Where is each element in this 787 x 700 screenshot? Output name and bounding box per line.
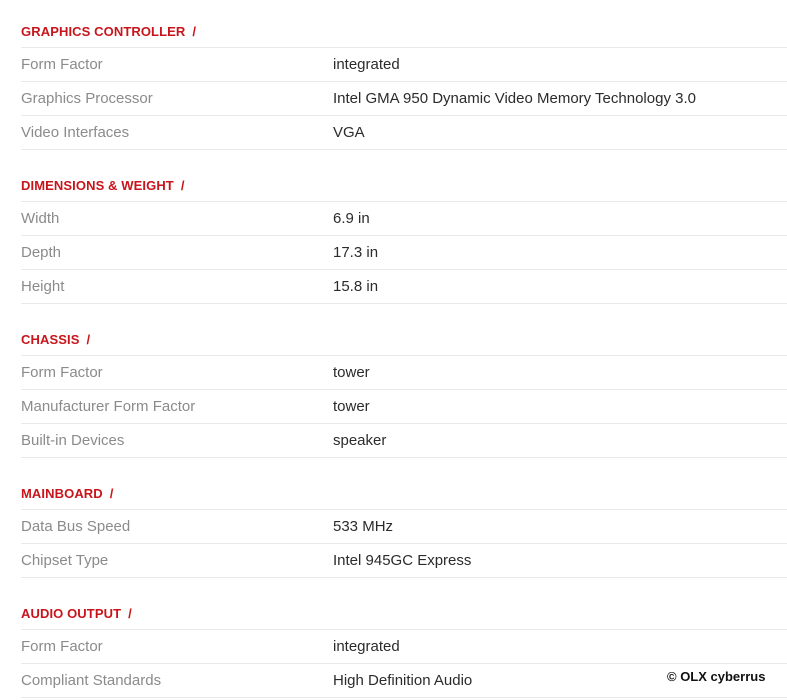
- spec-label: Graphics Processor: [21, 90, 153, 107]
- section-header: AUDIO OUTPUT /: [21, 578, 787, 630]
- spec-value: High Definition Audio: [333, 672, 473, 689]
- spec-label: Form Factor: [21, 638, 103, 655]
- section-header: CHASSIS /: [21, 304, 787, 356]
- section-title: DIMENSIONS & WEIGHT /: [21, 178, 185, 193]
- section-header: MAINBOARD /: [21, 458, 787, 510]
- section-chassis: CHASSIS / Form Factor tower Manufacturer …: [21, 304, 787, 458]
- spec-value: Intel GMA 950 Dynamic Video Memory Techn…: [333, 90, 696, 107]
- spec-row: Video Interfaces VGA: [21, 116, 787, 150]
- section-title: MAINBOARD /: [21, 486, 114, 501]
- spec-value: Intel 945GC Express: [333, 552, 472, 569]
- spec-table: GRAPHICS CONTROLLER / Form Factor integra…: [21, 0, 787, 698]
- section-dimensions-weight: DIMENSIONS & WEIGHT / Width 6.9 in Depth …: [21, 150, 787, 304]
- spec-label: Depth: [21, 244, 62, 261]
- spec-row: Height 15.8 in: [21, 270, 787, 304]
- spec-label: Form Factor: [21, 364, 103, 381]
- spec-row: Chipset Type Intel 945GC Express: [21, 544, 787, 578]
- spec-row: Depth 17.3 in: [21, 236, 787, 270]
- spec-label: Video Interfaces: [21, 124, 130, 141]
- spec-value: 17.3 in: [333, 244, 379, 261]
- spec-row: Form Factor integrated: [21, 48, 787, 82]
- spec-row: Graphics Processor Intel GMA 950 Dynamic…: [21, 82, 787, 116]
- spec-label: Data Bus Speed: [21, 518, 131, 535]
- spec-value: integrated: [333, 638, 400, 655]
- spec-label: Manufacturer Form Factor: [21, 398, 196, 415]
- spec-label: Form Factor: [21, 56, 103, 73]
- section-separator: /: [128, 606, 132, 621]
- section-graphics-controller: GRAPHICS CONTROLLER / Form Factor integra…: [21, 0, 787, 150]
- section-separator: /: [86, 332, 91, 347]
- spec-value: 15.8 in: [333, 278, 379, 295]
- section-separator: /: [192, 24, 197, 39]
- section-header: DIMENSIONS & WEIGHT /: [21, 150, 787, 202]
- spec-value: tower: [333, 364, 370, 381]
- spec-label: Built-in Devices: [21, 432, 125, 449]
- spec-label: Width: [21, 210, 60, 227]
- section-separator: /: [109, 486, 114, 501]
- spec-value: 6.9 in: [333, 210, 370, 227]
- spec-row: Form Factor integrated: [21, 630, 787, 664]
- spec-label: Chipset Type: [21, 552, 109, 569]
- section-title: GRAPHICS CONTROLLER /: [21, 24, 197, 39]
- spec-value: speaker: [333, 432, 387, 449]
- section-mainboard: MAINBOARD / Data Bus Speed 533 MHz Chipse…: [21, 458, 787, 578]
- spec-row: Data Bus Speed 533 MHz: [21, 510, 787, 544]
- spec-value: tower: [333, 398, 370, 415]
- spec-row: Width 6.9 in: [21, 202, 787, 236]
- spec-value: VGA: [333, 124, 365, 141]
- section-separator: /: [180, 178, 185, 193]
- section-header: GRAPHICS CONTROLLER /: [21, 0, 787, 48]
- spec-row: Built-in Devices speaker: [21, 424, 787, 458]
- section-title: AUDIO OUTPUT /: [21, 606, 132, 621]
- spec-value: 533 MHz: [333, 518, 394, 535]
- spec-value: integrated: [333, 56, 400, 73]
- spec-row: Manufacturer Form Factor tower: [21, 390, 787, 424]
- spec-row: Form Factor tower: [21, 356, 787, 390]
- watermark: © OLX cyberrus: [667, 669, 766, 684]
- spec-label: Compliant Standards: [21, 672, 162, 689]
- spec-label: Height: [21, 278, 65, 295]
- section-title: CHASSIS /: [21, 332, 91, 347]
